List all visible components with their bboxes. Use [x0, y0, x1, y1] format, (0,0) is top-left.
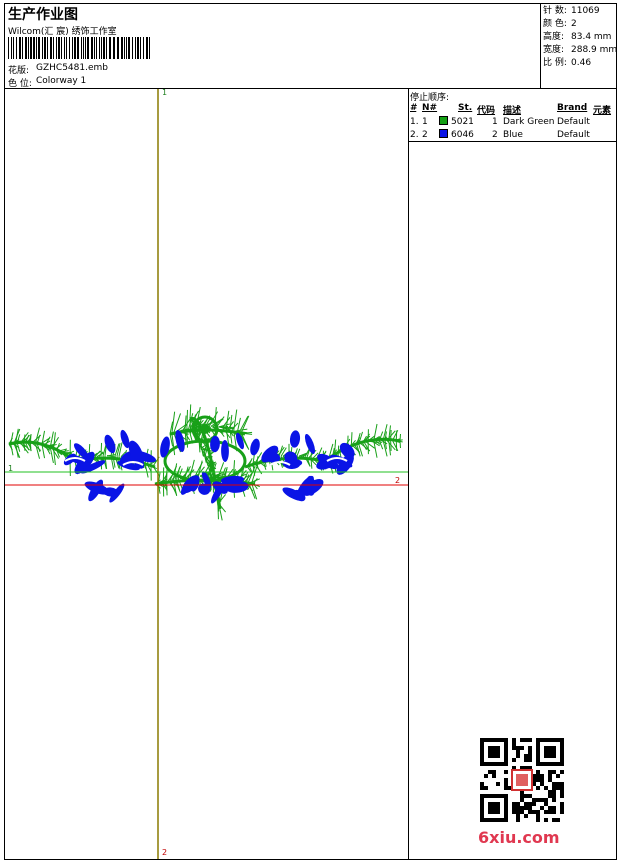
- color-swatch: [439, 129, 448, 138]
- watermark-logo: 6xiu.com: [478, 828, 560, 847]
- barcode-image: [8, 37, 150, 59]
- color-swatch: [439, 116, 448, 125]
- embroidery-canvas: [5, 89, 408, 859]
- col-header-num: #: [410, 103, 417, 113]
- stat-height-value: 83.4 mm: [571, 32, 612, 42]
- page-title: 生产作业图: [8, 7, 78, 23]
- stat-stitches-label: 针 数:: [543, 6, 567, 16]
- row-num: 2.: [410, 130, 419, 140]
- design-label: 花版:: [8, 66, 30, 76]
- stat-colors-value: 2: [571, 19, 577, 29]
- stat-scale-label: 比 例:: [543, 58, 567, 68]
- colorway-value: Colorway 1: [36, 76, 87, 86]
- stat-scale-value: 0.46: [571, 58, 592, 68]
- row-code: 2: [492, 130, 498, 140]
- colorway-label: 色 位:: [8, 79, 32, 89]
- col-header-elements: 元素: [593, 106, 612, 116]
- sidebar-divider: [408, 88, 409, 860]
- stat-width-label: 宽度:: [543, 45, 565, 55]
- col-header-st: St.: [458, 103, 473, 113]
- company-name: Wilcom(汇 宸) 绣饰工作室: [8, 27, 117, 37]
- embroidery-design: [8, 404, 403, 521]
- col-header-code: 代码: [477, 106, 496, 116]
- col-header-brand: Brand: [557, 103, 588, 113]
- stat-height-label: 高度:: [543, 32, 565, 42]
- row-num: 1.: [410, 117, 419, 127]
- row-desc: Dark Green: [503, 117, 555, 127]
- col-header-n: N#: [422, 103, 438, 113]
- axis-marker-left: 1: [8, 464, 14, 473]
- stop-table-bottom: [408, 141, 617, 142]
- row-n: 2: [422, 130, 428, 140]
- axis-marker-right: 2: [395, 476, 401, 485]
- row-brand: Default: [557, 130, 590, 140]
- row-code: 1: [492, 117, 498, 127]
- stat-stitches-value: 11069: [571, 6, 600, 16]
- row-desc: Blue: [503, 130, 523, 140]
- axis-marker-top: 1: [162, 88, 168, 97]
- stats-divider: [540, 3, 541, 89]
- row-n: 1: [422, 117, 428, 127]
- row-st: 6046: [451, 130, 474, 140]
- stop-sequence-title: 停止顺序:: [410, 93, 450, 103]
- stat-colors-label: 颜 色:: [543, 19, 567, 29]
- row-brand: Default: [557, 117, 590, 127]
- stat-width-value: 288.9 mm: [571, 45, 618, 55]
- col-header-desc: 描述: [503, 106, 522, 116]
- design-value: GZHC5481.emb: [36, 63, 108, 73]
- qr-code-image: [480, 738, 564, 822]
- axis-marker-bottom: 2: [162, 848, 168, 857]
- row-st: 5021: [451, 117, 474, 127]
